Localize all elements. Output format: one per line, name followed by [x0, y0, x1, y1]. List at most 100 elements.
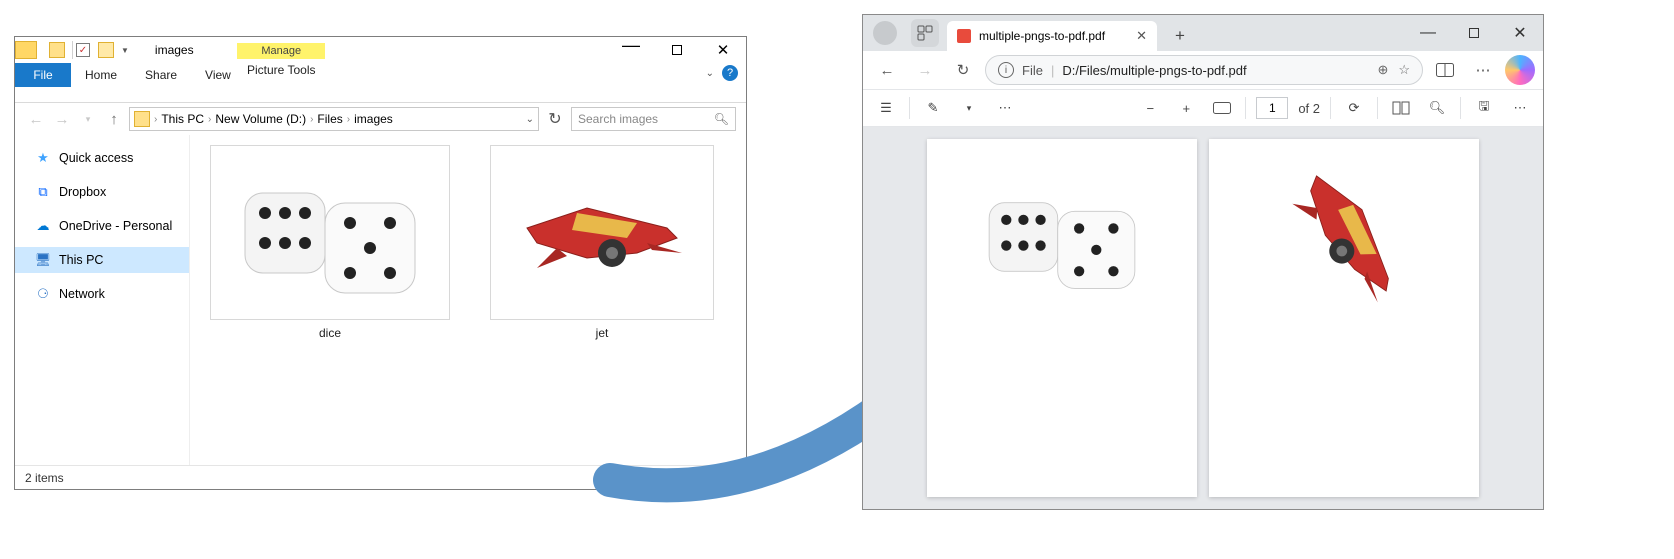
- pdf-draw-dropdown-icon[interactable]: ▾: [956, 95, 982, 121]
- maximize-button[interactable]: [1451, 15, 1497, 51]
- minimize-button[interactable]: —: [1405, 15, 1451, 51]
- explorer-navbar: ← → ▾ ↑ › This PC› New Volume (D:)› File…: [15, 103, 746, 135]
- status-item-count: 2 items: [25, 471, 64, 485]
- star-icon: ★: [35, 150, 51, 166]
- pdf-pageview-icon[interactable]: [1388, 95, 1414, 121]
- file-name: jet: [596, 326, 609, 340]
- qat-separator: [72, 41, 73, 59]
- ribbon-home-tab[interactable]: Home: [71, 63, 131, 87]
- minimize-button[interactable]: —: [608, 37, 654, 63]
- pdf-page-2: [1209, 139, 1479, 497]
- browser-toolbar: ← → ↻ i File | D:/Files/multiple-pngs-to…: [863, 51, 1543, 89]
- breadcrumb-folder-icon: [134, 111, 150, 127]
- tab-title: multiple-pngs-to-pdf.pdf: [979, 29, 1105, 43]
- pdf-settings-icon[interactable]: ⋯: [1507, 95, 1533, 121]
- close-button[interactable]: ✕: [1497, 15, 1543, 51]
- refresh-icon[interactable]: ↻: [543, 109, 567, 129]
- sidebar-item-label: Network: [59, 287, 105, 301]
- search-placeholder: Search images: [578, 112, 658, 126]
- explorer-statusbar: 2 items ≡ ▦: [15, 465, 746, 489]
- qat-newfolder-icon[interactable]: [98, 42, 114, 58]
- new-tab-button[interactable]: +: [1165, 21, 1195, 51]
- sidebar-item-onedrive[interactable]: ☁ OneDrive - Personal: [15, 213, 189, 239]
- file-item-jet[interactable]: jet: [490, 145, 714, 340]
- jet-image: [1259, 157, 1429, 347]
- breadcrumb-item[interactable]: New Volume (D:): [215, 112, 306, 126]
- file-thumbnail: [490, 145, 714, 320]
- explorer-titlebar: ✓ ▼ images — ✕: [15, 37, 746, 63]
- breadcrumb[interactable]: › This PC› New Volume (D:)› Files› image…: [129, 107, 539, 131]
- pdf-more-icon[interactable]: ⋯: [992, 95, 1018, 121]
- pdf-zoom-in-icon[interactable]: +: [1173, 95, 1199, 121]
- pdf-fit-icon[interactable]: [1209, 95, 1235, 121]
- qat-props-icon[interactable]: ✓: [76, 43, 90, 57]
- url-path: D:/Files/multiple-pngs-to-pdf.pdf: [1062, 63, 1246, 78]
- browser-window: multiple-pngs-to-pdf.pdf ✕ + — ✕ ← → ↻ i…: [862, 14, 1544, 510]
- nav-back-icon[interactable]: ←: [871, 54, 903, 86]
- nav-recent-icon[interactable]: ▾: [77, 114, 99, 125]
- favorite-icon[interactable]: ☆: [1398, 62, 1410, 78]
- pdf-icon: [957, 29, 971, 43]
- nav-forward-icon[interactable]: →: [51, 111, 73, 128]
- site-info-icon[interactable]: i: [998, 62, 1014, 78]
- maximize-button[interactable]: [654, 37, 700, 63]
- sidebar-item-label: OneDrive - Personal: [59, 219, 172, 233]
- help-icon[interactable]: ?: [722, 65, 738, 81]
- breadcrumb-item[interactable]: This PC: [161, 112, 204, 126]
- jet-image: [507, 173, 697, 293]
- sidebar-item-label: This PC: [59, 253, 103, 267]
- nav-forward-icon[interactable]: →: [909, 54, 941, 86]
- pc-icon: 🖥: [35, 252, 51, 268]
- pdf-draw-icon[interactable]: ✎: [920, 95, 946, 121]
- profile-icon[interactable]: [873, 21, 897, 45]
- close-button[interactable]: ✕: [700, 37, 746, 63]
- pdf-page-input[interactable]: [1256, 97, 1288, 119]
- file-thumbnail: [210, 145, 450, 320]
- refresh-icon[interactable]: ↻: [947, 54, 979, 86]
- pdf-save-icon[interactable]: 🖫: [1471, 95, 1497, 121]
- qat-customize-icon[interactable]: ▼: [121, 46, 129, 55]
- file-item-dice[interactable]: dice: [210, 145, 450, 340]
- pdf-find-icon[interactable]: 🔍︎: [1424, 95, 1450, 121]
- sidebar-item-label: Dropbox: [59, 185, 106, 199]
- copilot-icon[interactable]: [1505, 55, 1535, 85]
- sidebar-item-network[interactable]: ⚆ Network: [15, 281, 189, 307]
- browser-tab[interactable]: multiple-pngs-to-pdf.pdf ✕: [947, 21, 1157, 51]
- ribbon-share-tab[interactable]: Share: [131, 63, 191, 87]
- explorer-ribbon: File Home Share View Manage Picture Tool…: [15, 63, 746, 103]
- pdf-viewport[interactable]: [863, 127, 1543, 509]
- address-bar[interactable]: i File | D:/Files/multiple-pngs-to-pdf.p…: [985, 55, 1423, 85]
- sidebar-item-quickaccess[interactable]: ★Quick access: [15, 145, 189, 171]
- pdf-rotate-icon[interactable]: ⟳: [1341, 95, 1367, 121]
- dice-image: [225, 158, 435, 308]
- search-icon: 🔍︎: [714, 112, 729, 126]
- workspaces-icon[interactable]: [911, 19, 939, 47]
- pdf-contents-icon[interactable]: ☰: [873, 95, 899, 121]
- zoom-indicator-icon[interactable]: ⊕: [1377, 62, 1388, 78]
- pdf-page-total: of 2: [1298, 101, 1320, 116]
- sidebar-item-thispc[interactable]: 🖥 This PC: [15, 247, 189, 273]
- view-details-icon[interactable]: ≡: [692, 470, 712, 486]
- qat-folder-icon[interactable]: [49, 42, 65, 58]
- cloud-icon: ☁: [35, 218, 51, 234]
- ribbon-collapse-icon[interactable]: ⌄: [706, 68, 714, 79]
- view-thumbnails-icon[interactable]: ▦: [716, 470, 736, 486]
- ribbon-file-tab[interactable]: File: [15, 63, 71, 87]
- nav-back-icon[interactable]: ←: [25, 111, 47, 128]
- search-input[interactable]: Search images 🔍︎: [571, 107, 736, 131]
- settings-menu-icon[interactable]: ⋯: [1467, 54, 1499, 86]
- breadcrumb-item[interactable]: Files: [317, 112, 342, 126]
- sidebar-item-dropbox[interactable]: ⧉Dropbox: [15, 179, 189, 205]
- file-explorer-window: ✓ ▼ images — ✕ File Home Share View Mana…: [14, 36, 747, 490]
- tab-close-icon[interactable]: ✕: [1136, 28, 1147, 44]
- breadcrumb-dropdown-icon[interactable]: ⌄: [526, 114, 534, 125]
- pdf-page-1: [927, 139, 1197, 497]
- ribbon-picture-tools-tab[interactable]: Picture Tools: [237, 59, 325, 81]
- network-icon: ⚆: [35, 286, 51, 302]
- pdf-zoom-out-icon[interactable]: −: [1137, 95, 1163, 121]
- breadcrumb-item[interactable]: images: [354, 112, 393, 126]
- explorer-content[interactable]: dice jet: [190, 135, 746, 465]
- split-screen-icon[interactable]: [1429, 54, 1461, 86]
- dice-image: [972, 157, 1152, 317]
- nav-up-icon[interactable]: ↑: [103, 111, 125, 128]
